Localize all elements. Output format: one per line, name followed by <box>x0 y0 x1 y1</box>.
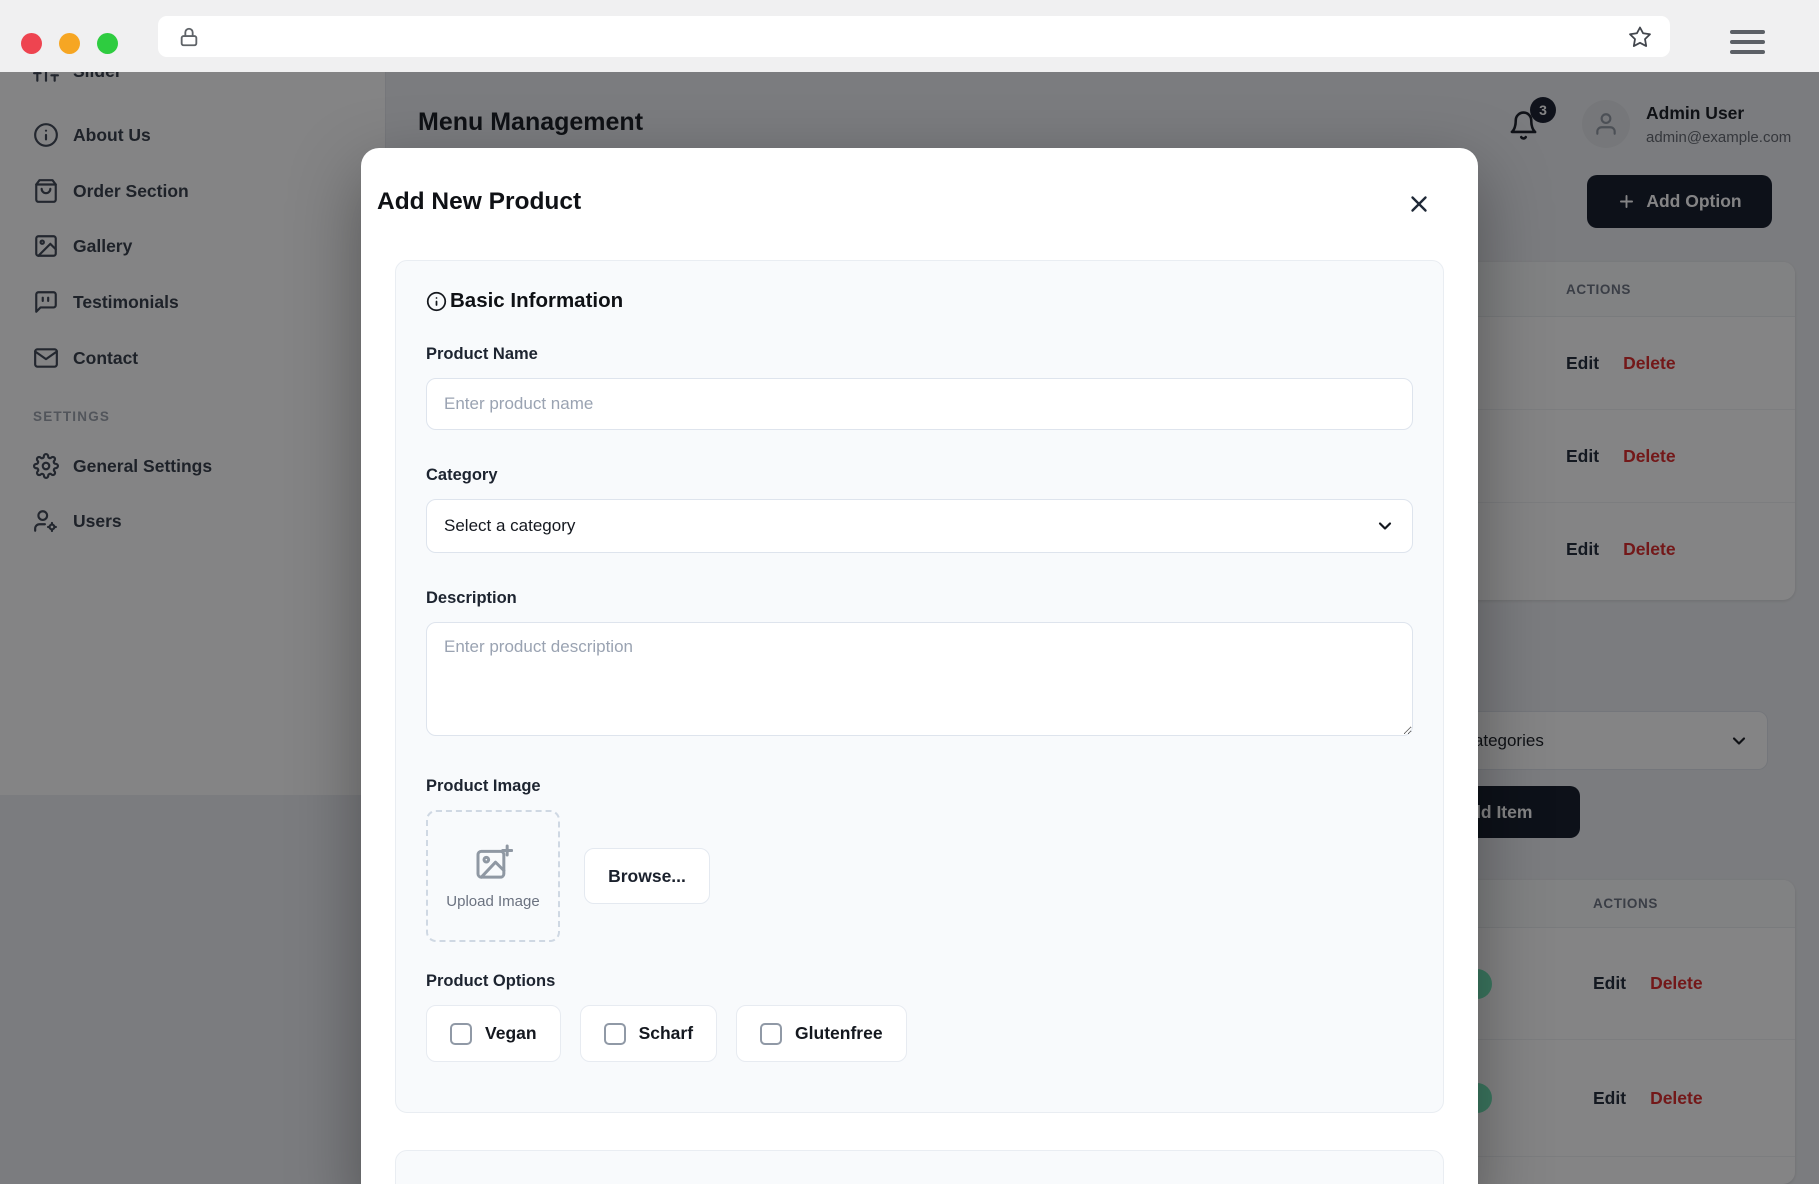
image-plus-icon <box>473 843 513 883</box>
category-label: Category <box>426 466 1413 485</box>
bookmark-star-icon[interactable] <box>1628 25 1652 49</box>
app-page: Slider About Us Order Section Gallery Te… <box>0 72 1819 1184</box>
chevron-down-icon <box>1375 516 1395 536</box>
close-window-button[interactable] <box>21 33 42 54</box>
option-glutenfree-checkbox[interactable]: Glutenfree <box>736 1005 907 1062</box>
option-label: Scharf <box>639 1023 693 1044</box>
close-icon <box>1406 191 1432 217</box>
option-label: Glutenfree <box>795 1023 883 1044</box>
basic-information-section: Basic Information Product Name Category … <box>395 260 1444 1113</box>
close-button[interactable] <box>1401 186 1437 222</box>
minimize-window-button[interactable] <box>59 33 80 54</box>
modal-title: Add New Product <box>377 188 581 216</box>
description-label: Description <box>426 589 1413 608</box>
checkbox-icon <box>760 1023 782 1045</box>
zoom-window-button[interactable] <box>97 33 118 54</box>
lock-icon <box>178 26 200 48</box>
traffic-lights <box>21 33 118 54</box>
menu-hamburger-icon[interactable] <box>1730 30 1765 54</box>
browse-button[interactable]: Browse... <box>584 848 710 904</box>
option-scharf-checkbox[interactable]: Scharf <box>580 1005 717 1062</box>
product-options-label: Product Options <box>426 972 1413 991</box>
product-name-input[interactable] <box>426 378 1413 430</box>
option-label: Vegan <box>485 1023 537 1044</box>
section-heading: Basic Information <box>426 289 1413 313</box>
description-textarea[interactable] <box>426 622 1413 736</box>
option-vegan-checkbox[interactable]: Vegan <box>426 1005 561 1062</box>
product-image-label: Product Image <box>426 777 1413 796</box>
browser-chrome <box>0 0 1819 72</box>
product-options-group: Vegan Scharf Glutenfree <box>426 1005 1413 1062</box>
category-select-value: Select a category <box>444 516 1375 536</box>
product-image-row: Upload Image Browse... <box>426 810 1413 942</box>
upload-image-text: Upload Image <box>446 893 539 910</box>
checkbox-icon <box>604 1023 626 1045</box>
address-bar[interactable] <box>158 16 1670 57</box>
info-icon <box>426 291 447 312</box>
product-name-label: Product Name <box>426 345 1413 364</box>
add-new-product-modal: Add New Product Basic Information Produc… <box>361 148 1478 1184</box>
section-heading-text: Basic Information <box>450 289 623 313</box>
next-section-box <box>395 1150 1444 1184</box>
url-input[interactable] <box>210 28 1618 45</box>
category-select[interactable]: Select a category <box>426 499 1413 553</box>
checkbox-icon <box>450 1023 472 1045</box>
upload-image-dropzone[interactable]: Upload Image <box>426 810 560 942</box>
